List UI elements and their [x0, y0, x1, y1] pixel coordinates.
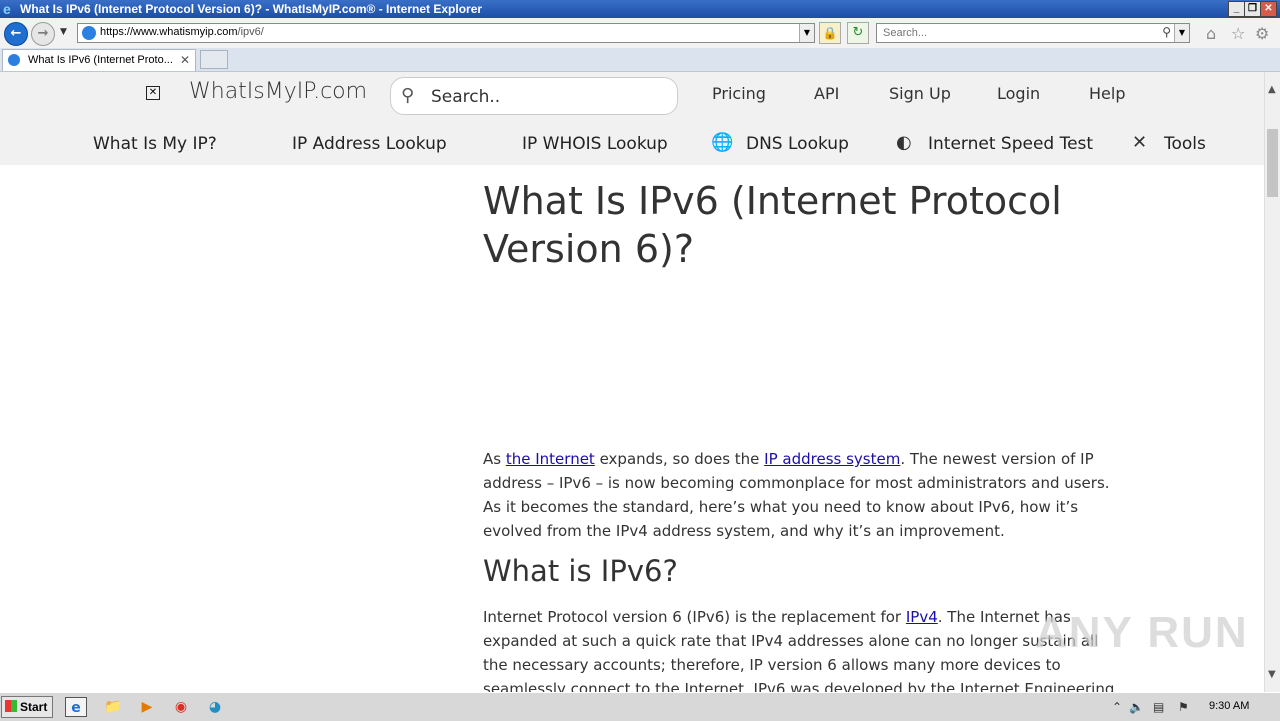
nav-tools[interactable]: Tools [1164, 134, 1206, 154]
site-favicon-icon [82, 26, 96, 40]
edge-icon[interactable]: ◕ [204, 697, 226, 717]
site-search-icon: ⚲ [401, 85, 415, 106]
scroll-thumb[interactable] [1267, 129, 1278, 197]
url-host: https://www.whatismyip.com [100, 26, 238, 38]
address-bar[interactable]: https://www.whatismyip.com/ipv6/ ▼ [77, 23, 815, 43]
start-label: Start [20, 700, 48, 714]
browser-search-box[interactable]: ⚲ ▼ [876, 23, 1190, 43]
page-viewport: ✕ WhatIsMyIP.com ⚲ Search.. Pricing API … [0, 72, 1264, 692]
folder-icon[interactable]: 📁 [102, 697, 124, 717]
tab-favicon-icon [8, 54, 20, 66]
window-titlebar: e What Is IPv6 (Internet Protocol Versio… [0, 0, 1280, 18]
nav-what-is-my-ip[interactable]: What Is My IP? [93, 134, 217, 154]
tab-title: What Is IPv6 (Internet Proto... [28, 54, 173, 66]
site-header: ✕ WhatIsMyIP.com ⚲ Search.. Pricing API … [0, 72, 1264, 165]
search-icon[interactable]: ⚲ [1162, 25, 1171, 39]
tab-ipv6[interactable]: What Is IPv6 (Internet Proto... ✕ [2, 49, 196, 71]
tab-close-icon[interactable]: ✕ [180, 50, 190, 71]
section-heading: What is IPv6? [483, 554, 678, 588]
new-tab-button[interactable] [200, 50, 228, 69]
media-player-icon[interactable]: ▶ [136, 697, 158, 717]
volume-icon[interactable]: 🔈 [1129, 700, 1144, 714]
clock[interactable]: 9:30 AM [1209, 700, 1249, 712]
forward-button[interactable]: → [31, 22, 55, 46]
address-dropdown-icon[interactable]: ▼ [799, 24, 814, 42]
back-button[interactable]: ← [4, 22, 28, 46]
link-ipv4[interactable]: IPv4 [906, 608, 938, 626]
logo-icon[interactable]: ✕ [146, 86, 160, 100]
tab-bar: What Is IPv6 (Internet Proto... ✕ [0, 48, 1280, 72]
browser-search-input[interactable] [881, 26, 1155, 40]
scroll-down-icon[interactable]: ▼ [1268, 669, 1276, 680]
link-help[interactable]: Help [1089, 84, 1125, 103]
link-api[interactable]: API [814, 84, 839, 103]
intro-paragraph: As the Internet expands, so does the IP … [483, 447, 1123, 543]
network-icon[interactable]: ▤ [1153, 700, 1164, 714]
nav-ip-whois-lookup[interactable]: IP WHOIS Lookup [522, 134, 668, 154]
minimize-button[interactable]: _ [1228, 1, 1245, 17]
browser-navbar: ← → ▼ https://www.whatismyip.com/ipv6/ ▼… [0, 18, 1280, 49]
window-title: What Is IPv6 (Internet Protocol Version … [20, 2, 483, 16]
nav-ip-address-lookup[interactable]: IP Address Lookup [292, 134, 447, 154]
ie-taskbar-icon[interactable]: e [65, 697, 87, 717]
link-ip-address-system[interactable]: IP address system [764, 450, 900, 468]
refresh-icon[interactable]: ↻ [847, 22, 869, 44]
link-sign-up[interactable]: Sign Up [889, 84, 951, 103]
action-center-flag-icon[interactable]: ⚑ [1178, 700, 1189, 714]
gear-icon[interactable]: ⚙ [1255, 24, 1269, 43]
chrome-icon[interactable]: ◉ [170, 697, 192, 717]
section-paragraph: Internet Protocol version 6 (IPv6) is th… [483, 605, 1123, 692]
scroll-up-icon[interactable]: ▲ [1268, 84, 1276, 95]
speedometer-icon: ◐ [896, 132, 912, 153]
history-dropdown-icon[interactable]: ▼ [60, 27, 67, 37]
url-path: /ipv6/ [237, 26, 264, 38]
favorites-star-icon[interactable]: ☆ [1231, 24, 1245, 43]
vertical-scrollbar[interactable]: ▲ ▼ [1264, 72, 1280, 692]
lock-icon[interactable]: 🔒 [819, 22, 841, 44]
taskbar: Start e 📁 ▶ ◉ ◕ ⌃ 🔈 ▤ ⚑ 9:30 AM [0, 692, 1280, 721]
intro-text-1: As [483, 450, 506, 468]
anyrun-watermark: ANY RUN [1035, 608, 1249, 657]
restore-button[interactable]: ❐ [1244, 1, 1261, 17]
dns-globe-icon: 🌐 [711, 132, 734, 153]
close-window-button[interactable]: ✕ [1260, 1, 1277, 17]
ie-logo-icon: e [3, 1, 11, 17]
nav-internet-speed-test[interactable]: Internet Speed Test [928, 134, 1093, 154]
tray-expand-icon[interactable]: ⌃ [1112, 700, 1122, 714]
link-login[interactable]: Login [997, 84, 1040, 103]
search-dropdown-icon[interactable]: ▼ [1174, 24, 1189, 42]
intro-text-2: expands, so does the [594, 450, 765, 468]
home-icon[interactable]: ⌂ [1206, 24, 1216, 43]
nav-dns-lookup[interactable]: DNS Lookup [746, 134, 849, 154]
site-search-placeholder: Search.. [431, 87, 501, 107]
page-title: What Is IPv6 (Internet Protocol Version … [483, 179, 1062, 271]
site-logo[interactable]: WhatIsMyIP.com [189, 79, 367, 104]
section-text-1: Internet Protocol version 6 (IPv6) is th… [483, 608, 906, 626]
link-pricing[interactable]: Pricing [712, 84, 766, 103]
tools-icon: ✕ [1132, 132, 1148, 153]
address-url[interactable]: https://www.whatismyip.com/ipv6/ [100, 26, 264, 38]
start-button[interactable]: Start [1, 696, 53, 718]
link-the-internet[interactable]: the Internet [506, 450, 595, 468]
windows-flag-icon [5, 700, 17, 712]
site-search-input[interactable]: ⚲ Search.. [390, 77, 678, 115]
